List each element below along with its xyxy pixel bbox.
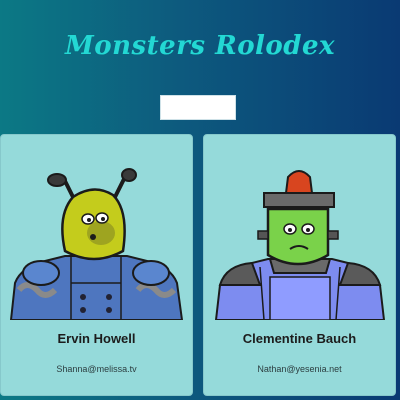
page-title: Monsters Rolodex [65, 31, 335, 62]
monster-card[interactable]: Ervin Howell Shanna@melissa.tv [0, 134, 193, 396]
monster-name: Clementine Bauch [242, 331, 357, 346]
alien-monster-icon [9, 168, 184, 320]
monster-email: Shanna@melissa.tv [56, 364, 137, 374]
monster-email: Nathan@yesenia.net [257, 364, 342, 374]
frankenstein-monster-icon [214, 170, 386, 320]
monster-card[interactable]: Clementine Bauch Nathan@yesenia.net [203, 134, 396, 396]
search-input[interactable] [160, 95, 236, 120]
monster-name: Ervin Howell [57, 331, 136, 346]
